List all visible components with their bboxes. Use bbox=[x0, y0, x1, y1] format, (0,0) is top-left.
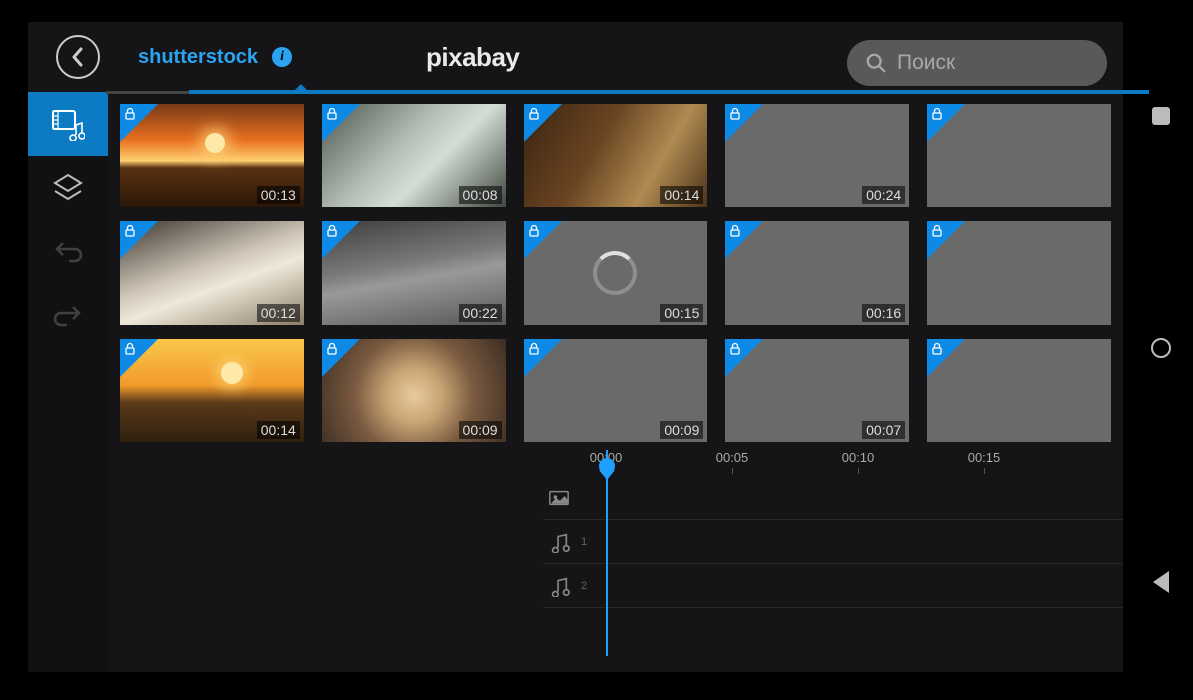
search-placeholder: Поиск bbox=[897, 51, 955, 75]
sidebar-item-redo[interactable] bbox=[28, 284, 108, 348]
lock-icon bbox=[527, 342, 541, 361]
clip-item[interactable]: 00:13 bbox=[120, 104, 304, 207]
clip-duration: 00:14 bbox=[257, 421, 300, 439]
clip-duration: 00:13 bbox=[257, 186, 300, 204]
lock-icon bbox=[325, 224, 339, 243]
sidebar bbox=[28, 92, 108, 672]
ruler-tick: 00:15 bbox=[921, 450, 1047, 476]
clip-item[interactable]: 00:09 bbox=[322, 339, 506, 442]
clip-item[interactable]: 00:07 bbox=[725, 339, 909, 442]
clip-duration: 00:15 bbox=[660, 304, 703, 322]
ruler-tick: 00:05 bbox=[669, 450, 795, 476]
lock-icon bbox=[123, 224, 137, 243]
nav-home-button[interactable] bbox=[1151, 338, 1171, 358]
lock-icon bbox=[527, 224, 541, 243]
main-body: 00:13 00:08 00:14 00:24 00:12 00:22 00:15 00:16… bbox=[28, 92, 1123, 672]
lock-icon bbox=[728, 342, 742, 361]
clip-item[interactable]: 00:09 bbox=[524, 339, 708, 442]
clip-duration: 00:12 bbox=[257, 304, 300, 322]
clip-item[interactable]: 00:24 bbox=[725, 104, 909, 207]
clip-item[interactable]: 00:16 bbox=[725, 221, 909, 324]
timeline: 00:0000:0500:1000:15 1 bbox=[108, 450, 1123, 670]
lock-icon bbox=[930, 224, 944, 243]
back-button[interactable] bbox=[56, 35, 100, 79]
chevron-left-icon bbox=[70, 47, 86, 67]
search-input[interactable]: Поиск bbox=[847, 40, 1107, 86]
header: shutterstock i pixabay Поиск bbox=[28, 22, 1123, 92]
app-frame: shutterstock i pixabay Поиск bbox=[28, 22, 1123, 672]
clip-item[interactable]: 00:14 bbox=[524, 104, 708, 207]
lock-icon bbox=[527, 107, 541, 126]
nav-back-button[interactable] bbox=[1153, 571, 1169, 593]
music-icon bbox=[543, 531, 575, 553]
shutterstock-logo: shutterstock bbox=[138, 46, 258, 69]
clip-item[interactable]: 00:14 bbox=[120, 339, 304, 442]
music-icon bbox=[543, 575, 575, 597]
clip-duration: 00:14 bbox=[660, 186, 703, 204]
clip-duration: 00:16 bbox=[862, 304, 905, 322]
tab-pixabay[interactable]: pixabay bbox=[394, 22, 551, 92]
info-icon[interactable]: i bbox=[272, 47, 292, 67]
clip-item[interactable] bbox=[927, 339, 1111, 442]
clip-duration: 00:24 bbox=[862, 186, 905, 204]
layers-icon bbox=[51, 171, 85, 205]
tab-shutterstock[interactable]: shutterstock i bbox=[106, 22, 324, 92]
sidebar-item-layers[interactable] bbox=[28, 156, 108, 220]
clip-duration: 00:22 bbox=[459, 304, 502, 322]
pixabay-logo: pixabay bbox=[426, 42, 519, 73]
clip-duration: 00:09 bbox=[660, 421, 703, 439]
ruler-tick: 00:10 bbox=[795, 450, 921, 476]
clip-item[interactable]: 00:22 bbox=[322, 221, 506, 324]
lock-icon bbox=[123, 107, 137, 126]
redo-icon bbox=[51, 299, 85, 333]
clip-item[interactable] bbox=[927, 221, 1111, 324]
nav-recent-button[interactable] bbox=[1152, 107, 1170, 125]
timeline-tracks: 1 2 bbox=[543, 476, 1123, 662]
system-nav-bar bbox=[1141, 0, 1181, 700]
search-icon bbox=[865, 52, 887, 74]
clip-item[interactable]: 00:12 bbox=[120, 221, 304, 324]
lock-icon bbox=[930, 107, 944, 126]
sidebar-item-undo[interactable] bbox=[28, 220, 108, 284]
clip-item[interactable]: 00:15 bbox=[524, 221, 708, 324]
lock-icon bbox=[728, 107, 742, 126]
playhead[interactable] bbox=[606, 450, 608, 656]
lock-icon bbox=[930, 342, 944, 361]
clip-duration: 00:07 bbox=[862, 421, 905, 439]
clip-gallery: 00:13 00:08 00:14 00:24 00:12 00:22 00:15 00:16… bbox=[108, 92, 1123, 442]
track-audio-1[interactable]: 1 bbox=[543, 520, 1123, 564]
content: 00:13 00:08 00:14 00:24 00:12 00:22 00:15 00:16… bbox=[108, 92, 1123, 672]
video-track-icon bbox=[543, 487, 575, 509]
clip-duration: 00:08 bbox=[459, 186, 502, 204]
media-icon bbox=[51, 107, 85, 141]
track-video[interactable] bbox=[543, 476, 1123, 520]
track-audio-2[interactable]: 2 bbox=[543, 564, 1123, 608]
undo-icon bbox=[51, 235, 85, 269]
lock-icon bbox=[325, 342, 339, 361]
clip-item[interactable] bbox=[927, 104, 1111, 207]
lock-icon bbox=[728, 224, 742, 243]
clip-duration: 00:09 bbox=[459, 421, 502, 439]
lock-icon bbox=[123, 342, 137, 361]
timeline-ruler[interactable]: 00:0000:0500:1000:15 bbox=[543, 450, 1123, 476]
clip-item[interactable]: 00:08 bbox=[322, 104, 506, 207]
lock-icon bbox=[325, 107, 339, 126]
sidebar-item-media[interactable] bbox=[28, 92, 108, 156]
